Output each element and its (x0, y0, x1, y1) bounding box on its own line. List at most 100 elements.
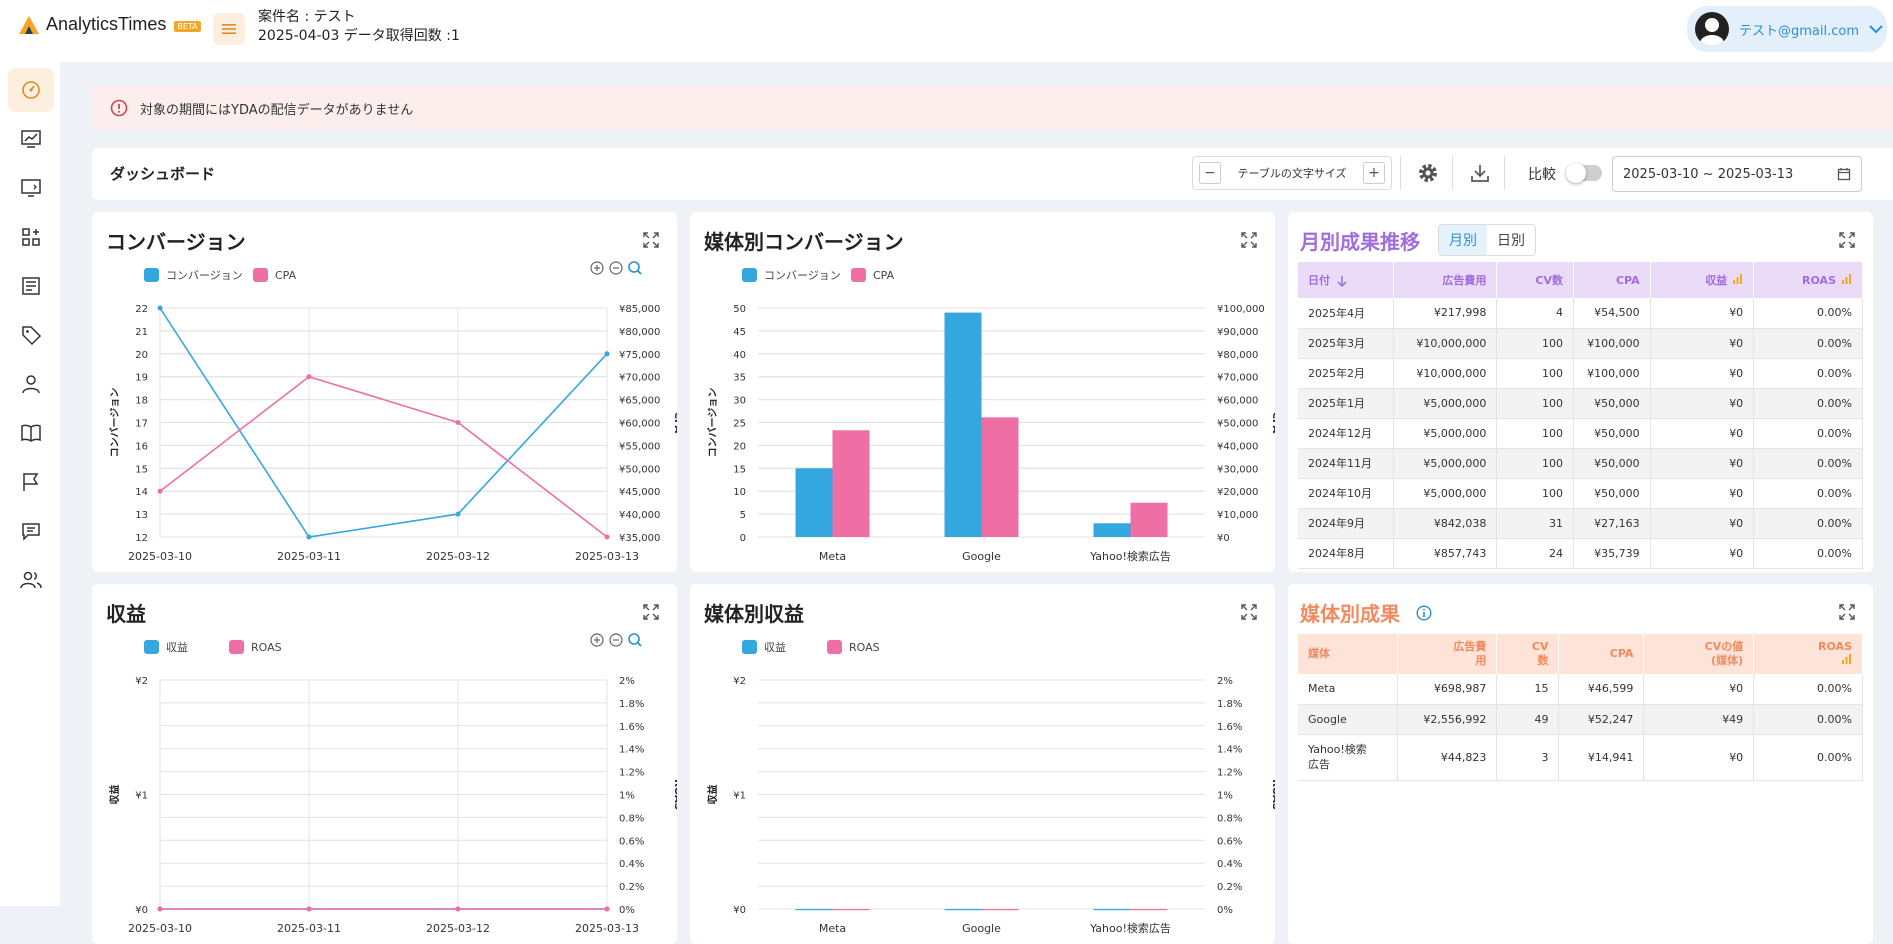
table-row[interactable]: 2024年11月 ¥5,000,000 100 ¥50,000 ¥0 0.00% (1298, 448, 1863, 479)
x-tick-label: 2025-03-11 (277, 922, 341, 935)
table-cell: 0.00% (1753, 448, 1863, 479)
expand-icon[interactable] (1839, 232, 1855, 248)
media-conversion-chart: コンバージョン CPA ¥100,000 ¥90,000 ¥80,000 ¥70,00… (707, 268, 1275, 563)
legend-item[interactable]: 収益 (742, 640, 786, 654)
legend-item[interactable]: 収益 (144, 640, 188, 654)
sidebar-item-report[interactable] (8, 264, 54, 308)
font-size-decrease-button[interactable]: − (1199, 162, 1221, 184)
table-row[interactable]: Meta ¥698,987 15 ¥46,599 ¥0 0.00% (1298, 674, 1863, 705)
legend-item[interactable]: ROAS (827, 640, 880, 654)
x-tick-label: 2025-03-11 (277, 550, 341, 563)
legend-item[interactable]: コンバージョン (144, 268, 243, 282)
y2-tick-label: ¥100,000 (1217, 304, 1265, 315)
y-tick-label: ¥2 (135, 676, 148, 687)
sidebar-item-tag[interactable] (8, 313, 54, 357)
table-row[interactable]: 2025年3月 ¥10,000,000 100 ¥100,000 ¥0 0.00% (1298, 328, 1863, 359)
y-tick-label: 17 (135, 419, 148, 430)
y2-tick-label: ¥55,000 (619, 441, 660, 452)
dashboard-icon (22, 81, 40, 99)
data-point (157, 906, 163, 912)
sidebar-item-user[interactable] (8, 362, 54, 406)
app-logo[interactable]: AnalyticsTimes BETA (18, 14, 201, 35)
date-range-input[interactable]: 2025-03-10 ~ 2025-03-13 (1612, 156, 1862, 192)
legend-label: コンバージョン (764, 269, 841, 282)
sidebar-item-apps[interactable] (8, 215, 54, 259)
user-icon (22, 375, 40, 394)
x-tick-label: Yahoo!検索広告 (1089, 549, 1171, 563)
legend-item[interactable]: ROAS (229, 640, 282, 654)
sort-bars-icon[interactable] (1841, 273, 1852, 284)
sidebar-item-analytics[interactable] (8, 117, 54, 161)
sidebar-item-dashboard[interactable] (8, 68, 54, 112)
sidebar-item-monitor[interactable] (8, 166, 54, 210)
table-cell: ¥0 (1650, 358, 1755, 389)
legend-item[interactable]: CPA (253, 268, 297, 282)
alert-icon (110, 99, 128, 117)
table-row[interactable]: Google ¥2,556,992 49 ¥52,247 ¥49 0.00% (1298, 704, 1863, 735)
legend-swatch (827, 640, 842, 654)
chevron-down-icon (1869, 25, 1883, 34)
zoom-reset-icon[interactable] (628, 261, 642, 275)
table-cell: ¥35,739 (1573, 538, 1651, 569)
period-toggle: 月別 日別 (1438, 224, 1536, 256)
menu-button[interactable] (213, 13, 245, 45)
table-row[interactable]: Yahoo!検索 広告 ¥44,823 3 ¥14,941 ¥0 0.00% (1298, 734, 1863, 781)
zoom-out-icon[interactable] (609, 633, 623, 647)
y2-tick-label: ¥45,000 (619, 487, 660, 498)
table-cell: ¥0 (1650, 418, 1755, 449)
y2-tick-label: 0.6% (619, 836, 644, 847)
y-tick-label: ¥0 (135, 905, 148, 916)
sidebar-item-flag[interactable] (8, 460, 54, 504)
expand-icon[interactable] (1839, 604, 1855, 620)
y2-tick-label: ¥75,000 (619, 350, 660, 361)
hamburger-icon (222, 24, 236, 34)
bar (832, 430, 870, 537)
table-row[interactable]: 2024年8月 ¥857,743 24 ¥35,739 ¥0 0.00% (1298, 538, 1863, 569)
zoom-reset-icon[interactable] (628, 633, 642, 647)
font-size-increase-button[interactable]: + (1362, 162, 1385, 184)
sort-bars-icon[interactable] (1732, 274, 1743, 284)
y2-tick-label: ¥85,000 (619, 304, 660, 315)
table-row[interactable]: 2024年10月 ¥5,000,000 100 ¥50,000 ¥0 0.00% (1298, 478, 1863, 509)
table-row[interactable]: 2024年12月 ¥5,000,000 100 ¥50,000 ¥0 0.00% (1298, 418, 1863, 449)
apps-add-icon (22, 228, 40, 246)
bar (981, 417, 1019, 537)
legend-item[interactable]: CPA (851, 268, 895, 282)
sort-arrow-down-icon[interactable] (1336, 275, 1348, 288)
x-tick-label: 2025-03-10 (128, 550, 192, 563)
y-tick-label: 45 (733, 327, 746, 338)
sidebar-item-users[interactable] (8, 558, 54, 602)
sidebar-item-comment[interactable] (8, 509, 54, 553)
date-range-value: 2025-03-10 ~ 2025-03-13 (1623, 166, 1794, 182)
info-icon[interactable] (1416, 605, 1432, 621)
user-menu[interactable]: テスト@gmail.com (1687, 6, 1887, 52)
data-point (306, 534, 312, 540)
y2-tick-label: 0.2% (1217, 882, 1242, 893)
app-name: AnalyticsTimes (46, 14, 167, 34)
sort-bars-icon[interactable] (1841, 654, 1852, 664)
table-cell: Meta (1298, 674, 1398, 705)
sidebar-item-book[interactable] (8, 411, 54, 455)
y-tick-label: 20 (135, 350, 148, 361)
tab-daily[interactable]: 日別 (1487, 225, 1535, 255)
zoom-in-icon[interactable] (590, 633, 604, 647)
table-cell-line: Yahoo!検索 (1308, 743, 1367, 756)
table-row[interactable]: 2025年2月 ¥10,000,000 100 ¥100,000 ¥0 0.00% (1298, 358, 1863, 389)
monthly-results-card: 月別成果推移 月別 日別 日付 広告費用 CV数 CPA 収益 ROAS 2025年4月 ¥… (1288, 212, 1873, 572)
x-tick-label: Meta (819, 922, 846, 935)
zoom-in-icon[interactable] (590, 261, 604, 275)
divider (1452, 156, 1453, 190)
compare-toggle[interactable] (1566, 163, 1602, 183)
table-cell: 49 (1496, 704, 1560, 735)
legend-item[interactable]: コンバージョン (742, 268, 841, 282)
table-row[interactable]: 2025年1月 ¥5,000,000 100 ¥50,000 ¥0 0.00% (1298, 388, 1863, 419)
table-row[interactable]: 2025年4月 ¥217,998 4 ¥54,500 ¥0 0.00% (1298, 298, 1863, 329)
download-button[interactable] (1468, 161, 1492, 185)
settings-button[interactable] (1416, 161, 1440, 185)
dashboard-toolbar: ダッシュボード − テーブルの文字サイズ + 比較 2025-03-10 ~ 2… (92, 148, 1893, 200)
tab-monthly[interactable]: 月別 (1439, 225, 1487, 255)
logo-mark-icon (19, 15, 39, 34)
table-row[interactable]: 2024年9月 ¥842,038 31 ¥27,163 ¥0 0.00% (1298, 508, 1863, 539)
y-tick-label: 12 (135, 533, 148, 544)
zoom-out-icon[interactable] (609, 261, 623, 275)
